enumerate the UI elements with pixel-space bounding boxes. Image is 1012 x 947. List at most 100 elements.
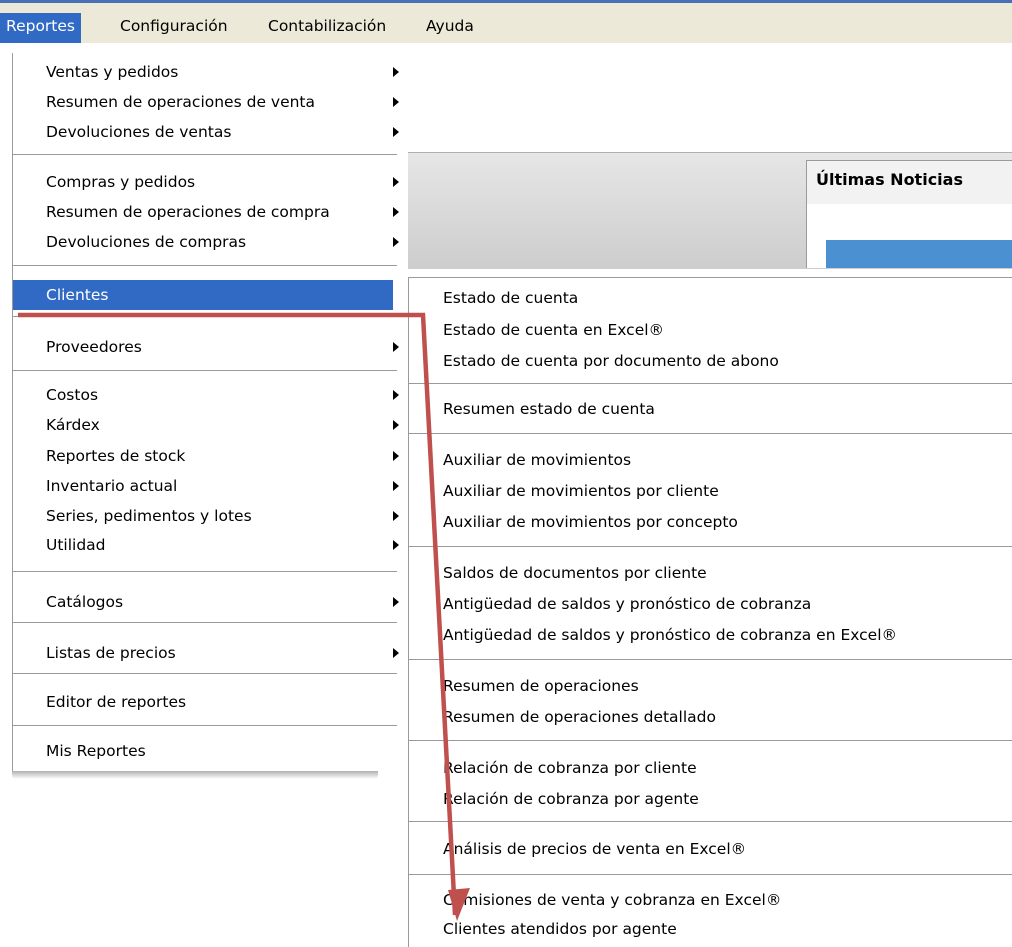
menu-item-proveedores[interactable]: Proveedores bbox=[13, 332, 393, 362]
submenu-item-label: Comisiones de venta y cobranza en Excel® bbox=[443, 891, 782, 909]
menu-item-label: Mis Reportes bbox=[46, 742, 146, 760]
submenu-item-comisiones-venta-cobranza-excel[interactable]: Comisiones de venta y cobranza en Excel® bbox=[409, 885, 1012, 915]
submenu-item-label: Resumen de operaciones detallado bbox=[443, 708, 716, 726]
submenu-arrow-icon bbox=[393, 342, 399, 352]
menu-separator bbox=[13, 571, 397, 573]
news-banner bbox=[826, 240, 1012, 268]
submenu-item-label: Clientes atendidos por agente bbox=[443, 920, 677, 938]
submenu-item-label: Estado de cuenta en Excel® bbox=[443, 321, 665, 339]
menu-item-costos[interactable]: Costos bbox=[13, 380, 393, 410]
menu-reportes[interactable]: Reportes bbox=[0, 13, 81, 43]
submenu-arrow-icon bbox=[393, 290, 399, 300]
menu-item-reportes-stock[interactable]: Reportes de stock bbox=[13, 441, 393, 471]
submenu-arrow-icon bbox=[393, 127, 399, 137]
submenu-item-estado-cuenta-documento-abono[interactable]: Estado de cuenta por documento de abono bbox=[409, 346, 1012, 376]
submenu-arrow-icon bbox=[393, 177, 399, 187]
submenu-arrow-icon bbox=[393, 420, 399, 430]
menu-item-label: Series, pedimentos y lotes bbox=[46, 507, 252, 525]
menu-item-label: Utilidad bbox=[46, 536, 106, 554]
submenu-item-auxiliar-movimientos-cliente[interactable]: Auxiliar de movimientos por cliente bbox=[409, 476, 1012, 506]
submenu-item-saldos-documentos-cliente[interactable]: Saldos de documentos por cliente bbox=[409, 558, 1012, 588]
menu-item-label: Resumen de operaciones de venta bbox=[46, 93, 316, 111]
submenu-item-clientes-atendidos-agente[interactable]: Clientes atendidos por agente bbox=[409, 914, 1012, 944]
menu-item-kardex[interactable]: Kárdex bbox=[13, 410, 393, 440]
submenu-item-label: Análisis de precios de venta en Excel® bbox=[443, 840, 747, 858]
submenu-separator bbox=[409, 874, 1012, 876]
menu-item-devoluciones-ventas[interactable]: Devoluciones de ventas bbox=[13, 117, 393, 147]
menu-item-label: Ventas y pedidos bbox=[46, 63, 179, 81]
menu-item-ventas-pedidos[interactable]: Ventas y pedidos bbox=[13, 57, 393, 87]
menu-item-clientes[interactable]: Clientes bbox=[13, 280, 393, 310]
submenu-item-auxiliar-movimientos-concepto[interactable]: Auxiliar de movimientos por concepto bbox=[409, 507, 1012, 537]
menu-item-label: Catálogos bbox=[46, 593, 124, 611]
submenu-arrow-icon bbox=[393, 597, 399, 607]
submenu-separator bbox=[409, 383, 1012, 385]
submenu-arrow-icon bbox=[393, 237, 399, 247]
menu-item-resumen-operaciones-compra[interactable]: Resumen de operaciones de compra bbox=[13, 197, 393, 227]
menu-separator bbox=[13, 673, 397, 675]
menu-item-resumen-operaciones-venta[interactable]: Resumen de operaciones de venta bbox=[13, 87, 393, 117]
menu-item-editor-reportes[interactable]: Editor de reportes bbox=[13, 687, 393, 717]
submenu-item-analisis-precios-venta-excel[interactable]: Análisis de precios de venta en Excel® bbox=[409, 834, 1012, 864]
menu-item-utilidad[interactable]: Utilidad bbox=[13, 530, 393, 560]
submenu-item-resumen-estado-cuenta[interactable]: Resumen estado de cuenta bbox=[409, 394, 1012, 424]
submenu-separator bbox=[409, 546, 1012, 548]
submenu-item-antiguedad-saldos-excel[interactable]: Antigüedad de saldos y pronóstico de cob… bbox=[409, 620, 1012, 650]
menu-item-label: Clientes bbox=[46, 286, 109, 304]
submenu-separator bbox=[409, 740, 1012, 742]
submenu-item-relacion-cobranza-agente[interactable]: Relación de cobranza por agente bbox=[409, 784, 1012, 814]
menu-separator bbox=[13, 316, 397, 318]
submenu-item-relacion-cobranza-cliente[interactable]: Relación de cobranza por cliente bbox=[409, 753, 1012, 783]
submenu-arrow-icon bbox=[393, 390, 399, 400]
menu-item-inventario-actual[interactable]: Inventario actual bbox=[13, 471, 393, 501]
menu-configuracion[interactable]: Configuración bbox=[114, 13, 234, 43]
submenu-item-resumen-operaciones-detallado[interactable]: Resumen de operaciones detallado bbox=[409, 702, 1012, 732]
menu-item-label: Editor de reportes bbox=[46, 693, 187, 711]
submenu-item-label: Auxiliar de movimientos por cliente bbox=[443, 482, 719, 500]
menu-separator bbox=[13, 725, 397, 727]
submenu-item-label: Relación de cobranza por cliente bbox=[443, 759, 697, 777]
menu-item-compras-pedidos[interactable]: Compras y pedidos bbox=[13, 167, 393, 197]
menu-separator bbox=[13, 265, 397, 267]
menu-shadow bbox=[12, 771, 378, 779]
submenu-item-label: Auxiliar de movimientos bbox=[443, 451, 632, 469]
submenu-item-label: Antigüedad de saldos y pronóstico de cob… bbox=[443, 595, 812, 613]
menu-separator bbox=[13, 370, 397, 372]
submenu-item-label: Estado de cuenta por documento de abono bbox=[443, 352, 779, 370]
reportes-menu: Ventas y pedidos Resumen de operaciones … bbox=[12, 53, 408, 771]
menu-item-label: Reportes de stock bbox=[46, 447, 186, 465]
menu-contabilizacion[interactable]: Contabilización bbox=[262, 13, 392, 43]
menu-ayuda[interactable]: Ayuda bbox=[420, 13, 480, 43]
menu-item-label: Inventario actual bbox=[46, 477, 178, 495]
menu-item-label: Proveedores bbox=[46, 338, 142, 356]
menu-separator bbox=[13, 622, 397, 624]
menu-separator bbox=[13, 154, 397, 156]
menu-bar: Reportes Configuración Contabilización A… bbox=[0, 0, 1012, 43]
submenu-separator bbox=[409, 659, 1012, 661]
submenu-item-antiguedad-saldos[interactable]: Antigüedad de saldos y pronóstico de cob… bbox=[409, 589, 1012, 619]
menu-item-listas-precios[interactable]: Listas de precios bbox=[13, 638, 393, 668]
menu-item-label: Devoluciones de ventas bbox=[46, 123, 232, 141]
menu-item-label: Costos bbox=[46, 386, 99, 404]
submenu-item-estado-cuenta[interactable]: Estado de cuenta bbox=[409, 283, 1012, 313]
menu-item-label: Devoluciones de compras bbox=[46, 233, 247, 251]
menu-item-series-pedimentos-lotes[interactable]: Series, pedimentos y lotes bbox=[13, 501, 393, 531]
submenu-separator bbox=[409, 821, 1012, 823]
submenu-arrow-icon bbox=[393, 67, 399, 77]
menu-item-mis-reportes[interactable]: Mis Reportes bbox=[13, 736, 393, 766]
submenu-item-estado-cuenta-excel[interactable]: Estado de cuenta en Excel® bbox=[409, 315, 1012, 345]
submenu-arrow-icon bbox=[393, 207, 399, 217]
submenu-item-label: Resumen estado de cuenta bbox=[443, 400, 655, 418]
menu-item-catalogos[interactable]: Catálogos bbox=[13, 587, 393, 617]
menu-item-devoluciones-compras[interactable]: Devoluciones de compras bbox=[13, 227, 393, 257]
submenu-item-auxiliar-movimientos[interactable]: Auxiliar de movimientos bbox=[409, 445, 1012, 475]
submenu-item-label: Auxiliar de movimientos por concepto bbox=[443, 513, 738, 531]
clientes-submenu: Estado de cuenta Estado de cuenta en Exc… bbox=[408, 277, 1012, 947]
submenu-separator bbox=[409, 433, 1012, 435]
news-title: Últimas Noticias bbox=[816, 170, 963, 189]
submenu-item-resumen-operaciones[interactable]: Resumen de operaciones bbox=[409, 671, 1012, 701]
submenu-arrow-icon bbox=[393, 511, 399, 521]
submenu-arrow-icon bbox=[393, 451, 399, 461]
submenu-item-label: Antigüedad de saldos y pronóstico de cob… bbox=[443, 626, 898, 644]
menu-item-label: Kárdex bbox=[46, 416, 100, 434]
